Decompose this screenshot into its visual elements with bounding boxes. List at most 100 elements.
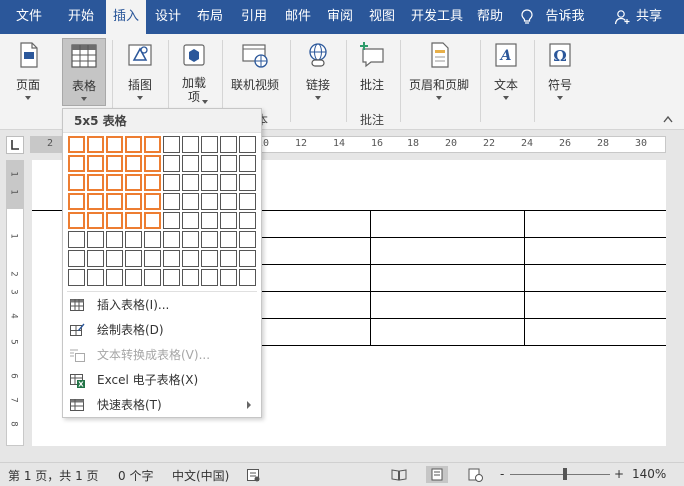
grid-cell[interactable] xyxy=(201,269,218,286)
document-table-preview[interactable] xyxy=(258,210,666,346)
grid-cell[interactable] xyxy=(163,174,180,191)
collapse-ribbon-icon[interactable] xyxy=(662,114,674,124)
person-share-icon[interactable] xyxy=(614,9,630,25)
print-layout-button[interactable] xyxy=(426,466,448,483)
grid-cell[interactable] xyxy=(163,250,180,267)
tab-selector[interactable] xyxy=(6,136,24,154)
grid-cell[interactable] xyxy=(182,136,199,153)
grid-cell[interactable] xyxy=(125,136,142,153)
grid-cell[interactable] xyxy=(163,269,180,286)
grid-cell[interactable] xyxy=(201,136,218,153)
grid-cell[interactable] xyxy=(68,250,85,267)
grid-cell[interactable] xyxy=(201,212,218,229)
grid-cell[interactable] xyxy=(144,174,161,191)
zoom-slider-track[interactable] xyxy=(510,474,610,475)
grid-cell[interactable] xyxy=(87,212,104,229)
grid-cell[interactable] xyxy=(125,250,142,267)
grid-cell[interactable] xyxy=(239,212,256,229)
vertical-ruler[interactable]: 1 1 1 2 3 4 5 6 7 8 xyxy=(6,160,24,446)
draw-table-menu-item[interactable]: 绘制表格(D) xyxy=(63,318,261,342)
grid-cell[interactable] xyxy=(87,155,104,172)
links-button[interactable]: 链接 xyxy=(296,38,340,106)
grid-cell[interactable] xyxy=(106,193,123,210)
addins-button[interactable]: 加载项 xyxy=(172,38,216,106)
grid-cell[interactable] xyxy=(182,269,199,286)
tab-layout[interactable]: 布局 xyxy=(190,0,230,34)
tab-view[interactable]: 视图 xyxy=(362,0,402,34)
tab-developer[interactable]: 开发工具 xyxy=(406,0,468,34)
share-button[interactable]: 共享 xyxy=(632,0,666,34)
tab-file[interactable]: 文件 xyxy=(4,0,54,34)
grid-cell[interactable] xyxy=(163,193,180,210)
grid-cell[interactable] xyxy=(163,155,180,172)
tab-references[interactable]: 引用 xyxy=(234,0,274,34)
grid-cell[interactable] xyxy=(239,250,256,267)
grid-cell[interactable] xyxy=(106,155,123,172)
zoom-slider-thumb[interactable] xyxy=(563,468,567,480)
grid-cell[interactable] xyxy=(239,231,256,248)
pages-button[interactable]: 页面 xyxy=(6,38,50,106)
grid-cell[interactable] xyxy=(239,269,256,286)
grid-cell[interactable] xyxy=(68,212,85,229)
lightbulb-icon[interactable] xyxy=(520,9,534,25)
grid-cell[interactable] xyxy=(182,174,199,191)
grid-cell[interactable] xyxy=(87,174,104,191)
tab-insert[interactable]: 插入 xyxy=(106,0,146,34)
grid-cell[interactable] xyxy=(201,174,218,191)
grid-cell[interactable] xyxy=(106,174,123,191)
grid-cell[interactable] xyxy=(125,231,142,248)
grid-cell[interactable] xyxy=(220,193,237,210)
grid-cell[interactable] xyxy=(201,193,218,210)
grid-cell[interactable] xyxy=(87,250,104,267)
web-layout-button[interactable] xyxy=(464,466,486,483)
tab-mailings[interactable]: 邮件 xyxy=(278,0,318,34)
grid-cell[interactable] xyxy=(220,269,237,286)
grid-cell[interactable] xyxy=(163,136,180,153)
grid-cell[interactable] xyxy=(144,193,161,210)
grid-cell[interactable] xyxy=(239,136,256,153)
symbols-button[interactable]: Ω 符号 xyxy=(538,38,582,106)
quick-tables-menu-item[interactable]: 快速表格(T) xyxy=(63,393,261,417)
grid-cell[interactable] xyxy=(220,155,237,172)
grid-cell[interactable] xyxy=(220,250,237,267)
grid-cell[interactable] xyxy=(220,174,237,191)
grid-cell[interactable] xyxy=(144,136,161,153)
tab-home[interactable]: 开始 xyxy=(56,0,106,34)
tell-me-search[interactable]: 告诉我 xyxy=(540,0,590,34)
grid-cell[interactable] xyxy=(106,136,123,153)
text-button[interactable]: A 文本 xyxy=(484,38,528,106)
macro-record-icon[interactable] xyxy=(246,468,260,482)
grid-cell[interactable] xyxy=(163,212,180,229)
grid-cell[interactable] xyxy=(68,174,85,191)
page-count[interactable]: 第 1 页，共 1 页 xyxy=(8,467,99,484)
grid-cell[interactable] xyxy=(144,212,161,229)
grid-cell[interactable] xyxy=(68,155,85,172)
tab-help[interactable]: 帮助 xyxy=(470,0,510,34)
grid-cell[interactable] xyxy=(87,269,104,286)
grid-cell[interactable] xyxy=(182,212,199,229)
new-comment-button[interactable]: 批注 xyxy=(350,38,394,106)
online-video-button[interactable]: 联机视频 xyxy=(228,38,282,106)
grid-cell[interactable] xyxy=(106,269,123,286)
grid-cell[interactable] xyxy=(125,193,142,210)
text-to-table-menu-item[interactable]: 文本转换成表格(V)... xyxy=(63,343,261,367)
tab-review[interactable]: 审阅 xyxy=(320,0,360,34)
grid-cell[interactable] xyxy=(201,155,218,172)
grid-cell[interactable] xyxy=(182,231,199,248)
grid-cell[interactable] xyxy=(106,250,123,267)
grid-cell[interactable] xyxy=(182,193,199,210)
zoom-out-button[interactable]: - xyxy=(500,467,504,481)
grid-cell[interactable] xyxy=(125,269,142,286)
grid-cell[interactable] xyxy=(68,269,85,286)
grid-cell[interactable] xyxy=(68,231,85,248)
grid-cell[interactable] xyxy=(239,193,256,210)
illustrations-button[interactable]: 插图 xyxy=(118,38,162,106)
grid-cell[interactable] xyxy=(220,136,237,153)
grid-cell[interactable] xyxy=(163,231,180,248)
grid-cell[interactable] xyxy=(182,155,199,172)
table-button[interactable]: 表格 xyxy=(62,38,106,106)
grid-cell[interactable] xyxy=(68,193,85,210)
grid-cell[interactable] xyxy=(106,231,123,248)
grid-cell[interactable] xyxy=(125,212,142,229)
grid-cell[interactable] xyxy=(201,250,218,267)
